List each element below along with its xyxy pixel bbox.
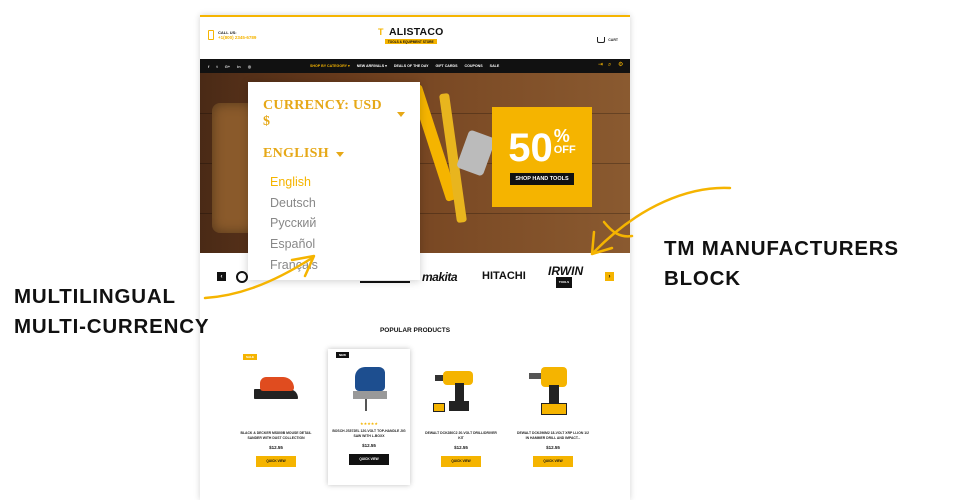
nav-deals-of-the-day[interactable]: DEALS OF THE DAY — [394, 64, 429, 68]
hammer-drill-image[interactable] — [523, 365, 583, 421]
product-card[interactable]: SALE BLACK & DECKER MS800B MOUSE DETAIL … — [235, 351, 317, 487]
cart-icon — [597, 37, 606, 43]
product-price: $12.55 — [362, 442, 376, 448]
promo-off: OFF — [553, 144, 576, 156]
twitter-icon[interactable]: t — [216, 64, 217, 69]
linkedin-icon[interactable]: in — [237, 64, 241, 69]
currency-label: CURRENCY: USD $ — [263, 98, 382, 129]
brand-makita[interactable]: makita — [422, 270, 458, 284]
currency-language-dropdown: CURRENCY: USD $ ENGLISH English Deutsch … — [248, 82, 420, 280]
new-badge: NEW — [336, 352, 349, 358]
logo-tagline: TOOLS & EQUIPMENT STORE — [384, 39, 437, 44]
nav-coupons[interactable]: COUPONS — [465, 64, 483, 68]
callout-right-line1: TM MANUFACTURERS — [664, 237, 899, 260]
product-name[interactable]: BOSCH JS572EL 120-VOLT TOP-HANDLE JIG SA… — [331, 429, 407, 439]
callout-left-line2: MULTI-CURRENCY — [14, 315, 210, 338]
cart-label: CART — [608, 38, 618, 42]
product-name[interactable]: BLACK & DECKER MS800B MOUSE DETAIL SANDE… — [238, 431, 314, 441]
drill-kit-image[interactable] — [431, 365, 491, 421]
shop-hand-tools-button[interactable]: SHOP HAND TOOLS — [510, 173, 574, 185]
product-grid: SALE BLACK & DECKER MS800B MOUSE DETAIL … — [200, 347, 630, 500]
language-selector[interactable]: ENGLISH — [263, 146, 405, 162]
cart-button[interactable]: CART — [597, 37, 618, 43]
callout-manufacturers: TM MANUFACTURERS BLOCK — [664, 234, 899, 294]
hammer-image — [456, 129, 496, 177]
brand-hitachi[interactable]: HITACHI — [482, 270, 526, 282]
nav-icons: ⇥ ⌕ ⚙ — [598, 62, 624, 68]
product-name[interactable]: DEWALT DCK280C2 20-VOLT DRILL/DRIVER KIT — [423, 431, 499, 441]
caret-down-icon — [397, 111, 405, 117]
nav-shop-by-category[interactable]: SHOP BY CATEGORY ▾ — [310, 64, 350, 68]
login-icon[interactable]: ⇥ — [598, 62, 604, 68]
main-navbar: f t G+ in ◎ SHOP BY CATEGORY ▾ NEW ARRIV… — [200, 59, 630, 73]
promo-number: 50 — [508, 126, 553, 170]
language-option-deutsch[interactable]: Deutsch — [270, 193, 405, 214]
nav-new-arrivals[interactable]: NEW ARRIVALS ▾ — [357, 64, 387, 68]
language-option-english[interactable]: English — [270, 172, 405, 193]
quick-view-button[interactable]: QUICK VIEW — [349, 453, 389, 465]
language-list: English Deutsch Русский Español Français — [263, 172, 405, 275]
nav-sale[interactable]: SALE — [490, 64, 500, 68]
product-card[interactable]: NEW ★★★★★ BOSCH JS572EL 120-VOLT TOP-HAN… — [328, 349, 410, 485]
currency-selector[interactable]: CURRENCY: USD $ — [263, 98, 405, 130]
nav-gift-cards[interactable]: GIFT CARDS — [436, 64, 458, 68]
call-us: CALL US: +1(800) 2345-6789 — [208, 30, 256, 40]
google-plus-icon[interactable]: G+ — [225, 64, 230, 69]
search-icon[interactable]: ⌕ — [608, 62, 614, 68]
nav-menu: SHOP BY CATEGORY ▾ NEW ARRIVALS ▾ DEALS … — [310, 64, 499, 68]
product-price: $12.55 — [269, 444, 283, 450]
sale-badge: SALE — [243, 354, 258, 360]
promo-box: 50 % OFF SHOP HAND TOOLS — [492, 107, 592, 207]
language-label: ENGLISH — [263, 146, 329, 161]
language-option-espanol[interactable]: Español — [270, 234, 405, 255]
callout-left-line1: MULTILINGUAL — [14, 285, 176, 308]
promo-canvas: CALL US: +1(800) 2345-6789 T ALISTACO TO… — [0, 0, 965, 500]
product-price: $12.55 — [546, 444, 560, 450]
phone-icon — [208, 30, 214, 40]
brand-irwin[interactable]: IRWIN TOOLS — [548, 264, 584, 288]
quick-view-button[interactable]: QUICK VIEW — [256, 455, 296, 467]
quick-view-button[interactable]: QUICK VIEW — [533, 455, 573, 467]
caret-down-icon — [335, 151, 344, 157]
jigsaw-image[interactable] — [339, 363, 399, 419]
callout-multilingual: MULTILINGUAL MULTI-CURRENCY — [14, 282, 209, 342]
product-name[interactable]: DEWALT DCK296M2 18-VOLT XRP LI-ION 1/2 I… — [515, 431, 591, 441]
brand-logo-circle[interactable] — [236, 271, 248, 283]
language-option-francais[interactable]: Français — [270, 255, 405, 276]
brands-prev-button[interactable]: ‹ — [217, 272, 226, 281]
product-card[interactable]: DEWALT DCK296M2 18-VOLT XRP LI-ION 1/2 I… — [512, 351, 594, 487]
language-option-russian[interactable]: Русский — [270, 213, 405, 234]
social-links: f t G+ in ◎ — [200, 64, 310, 69]
brands-next-button[interactable]: › — [605, 272, 614, 281]
product-rating: ★★★★★ — [360, 421, 378, 426]
facebook-icon[interactable]: f — [208, 64, 209, 69]
brand-irwin-name: IRWIN — [548, 264, 584, 278]
product-price: $12.55 — [454, 444, 468, 450]
brand-irwin-sub: TOOLS — [556, 277, 572, 288]
callout-right-line2: BLOCK — [664, 267, 741, 290]
sander-image[interactable] — [246, 365, 306, 421]
site-logo[interactable]: T ALISTACO TOOLS & EQUIPMENT STORE — [378, 26, 444, 44]
product-card[interactable]: DEWALT DCK280C2 20-VOLT DRILL/DRIVER KIT… — [420, 351, 502, 487]
instagram-icon[interactable]: ◎ — [248, 64, 252, 69]
brand-logo-partial[interactable] — [360, 281, 410, 283]
top-bar: CALL US: +1(800) 2345-6789 T ALISTACO TO… — [200, 17, 630, 59]
quick-view-button[interactable]: QUICK VIEW — [441, 455, 481, 467]
logo-text: ALISTACO — [389, 26, 444, 38]
settings-icon[interactable]: ⚙ — [618, 62, 624, 68]
promo-percent: % — [553, 126, 570, 146]
call-number[interactable]: +1(800) 2345-6789 — [218, 35, 256, 40]
hammer-icon: T — [378, 27, 384, 37]
popular-products-title: POPULAR PRODUCTS — [379, 327, 451, 334]
